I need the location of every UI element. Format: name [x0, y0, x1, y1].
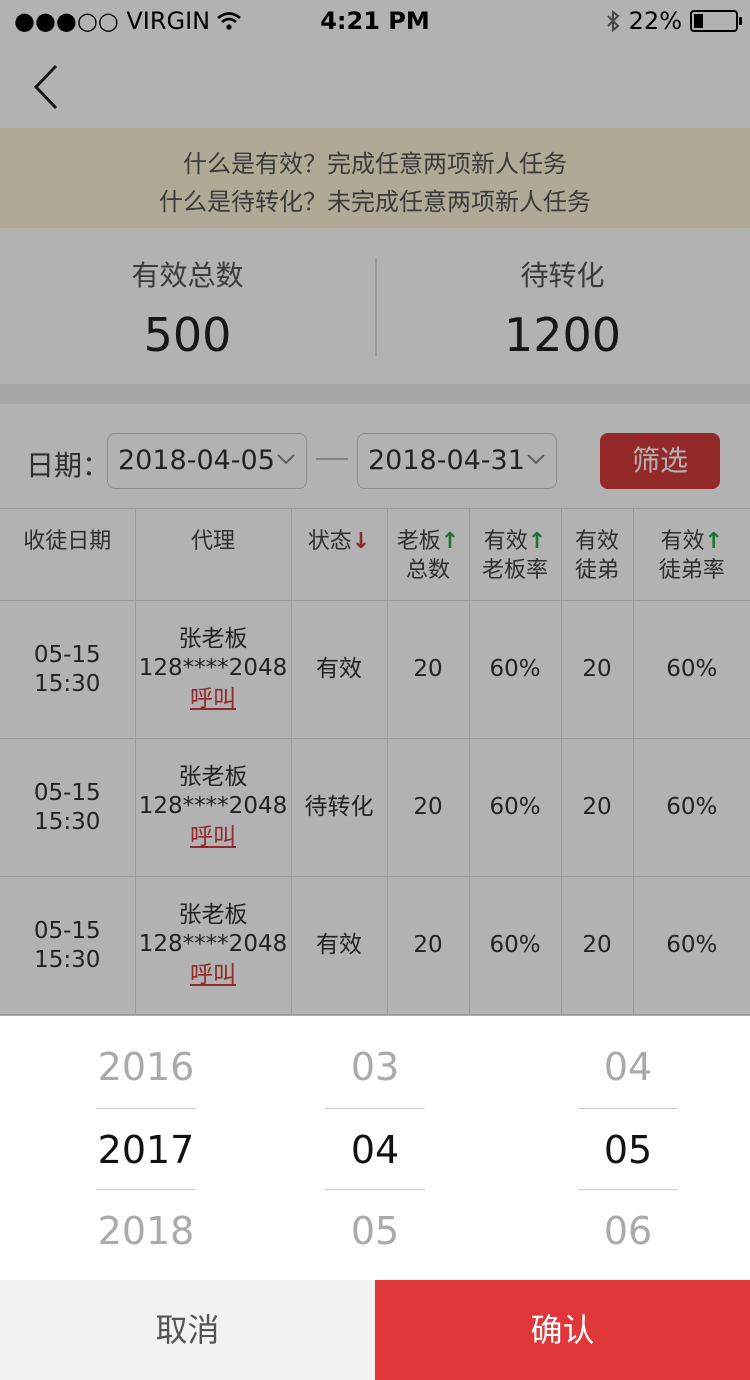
picker-selected-year[interactable]: 2017 [96, 1108, 196, 1190]
picker-selected-month[interactable]: 04 [325, 1108, 425, 1190]
picker-option[interactable]: 06 [578, 1190, 678, 1272]
date-picker: 2016 2017 2018 03 04 05 04 05 06 [0, 1016, 750, 1280]
picker-month-column[interactable]: 03 04 05 [325, 1016, 425, 1272]
picker-option[interactable]: 03 [325, 1026, 425, 1108]
picker-option[interactable]: 05 [325, 1190, 425, 1272]
picker-day-column[interactable]: 04 05 06 [578, 1016, 678, 1272]
picker-actions: 取消 确认 [0, 1280, 750, 1380]
cancel-button[interactable]: 取消 [0, 1280, 375, 1380]
picker-selected-day[interactable]: 05 [578, 1108, 678, 1190]
picker-option[interactable]: 04 [578, 1026, 678, 1108]
picker-year-column[interactable]: 2016 2017 2018 [96, 1016, 196, 1272]
picker-option[interactable]: 2016 [96, 1026, 196, 1108]
picker-option[interactable]: 2018 [96, 1190, 196, 1272]
confirm-button[interactable]: 确认 [375, 1280, 750, 1380]
modal-overlay[interactable] [0, 0, 750, 1016]
